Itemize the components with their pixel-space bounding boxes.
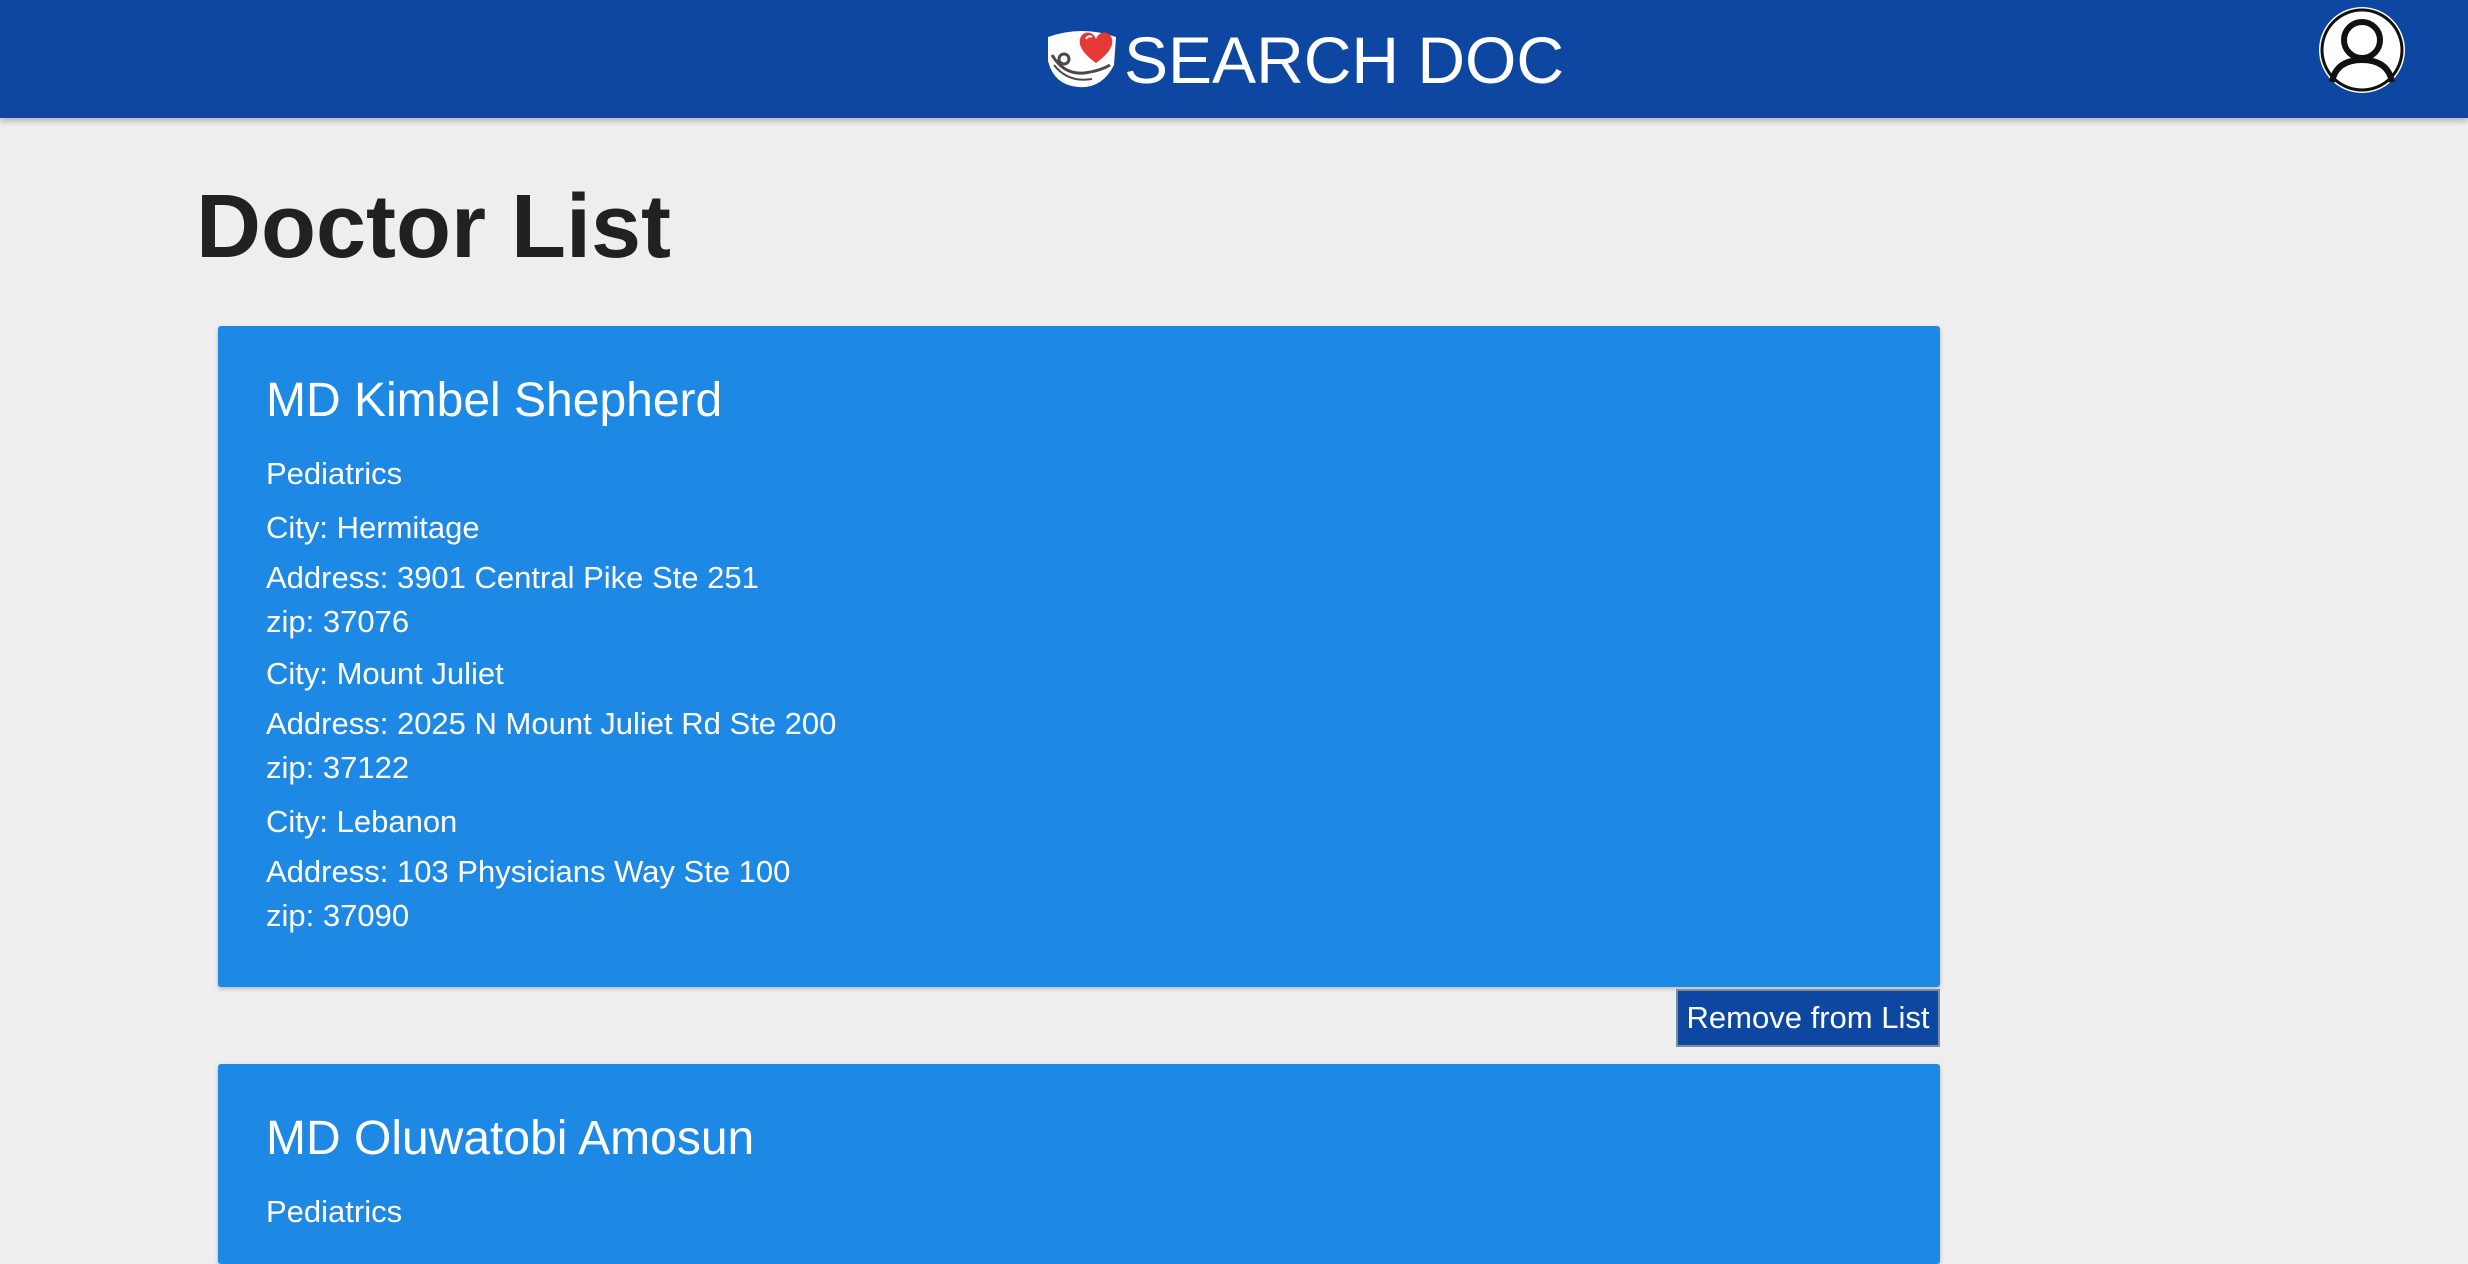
doctor-card: MD Kimbel Shepherd Pediatrics City: Herm… xyxy=(218,326,1940,987)
page-title: Doctor List xyxy=(196,177,672,277)
location-address: Address: 103 Physicians Way Ste 100 xyxy=(266,854,791,889)
location-city: City: Mount Juliet xyxy=(266,656,504,691)
heart-stethoscope-logo-icon xyxy=(1048,31,1116,88)
doctor-specialty: Pediatrics xyxy=(266,456,403,491)
location-address: Address: 2025 N Mount Juliet Rd Ste 200 xyxy=(266,706,837,741)
doctor-specialty: Pediatrics xyxy=(266,1194,403,1229)
location-zip: zip: 37090 xyxy=(266,898,410,933)
location-city: City: Lebanon xyxy=(266,804,458,839)
top-navbar: SEARCH DOC xyxy=(0,0,2468,118)
brand-home-link[interactable]: SEARCH DOC xyxy=(1042,18,1564,102)
location-zip: zip: 37076 xyxy=(266,604,410,639)
user-profile-icon[interactable] xyxy=(2318,6,2406,94)
location-address: Address: 3901 Central Pike Ste 251 xyxy=(266,560,759,595)
app-title: SEARCH DOC xyxy=(1124,23,1565,97)
doctor-name: MD Oluwatobi Amosun xyxy=(266,1112,755,1165)
remove-from-list-button[interactable]: Remove from List xyxy=(1676,989,1940,1047)
location-zip: zip: 37122 xyxy=(266,750,410,785)
doctor-card: MD Oluwatobi Amosun Pediatrics xyxy=(218,1064,1940,1264)
doctor-name: MD Kimbel Shepherd xyxy=(266,374,723,427)
location-city: City: Hermitage xyxy=(266,510,480,545)
